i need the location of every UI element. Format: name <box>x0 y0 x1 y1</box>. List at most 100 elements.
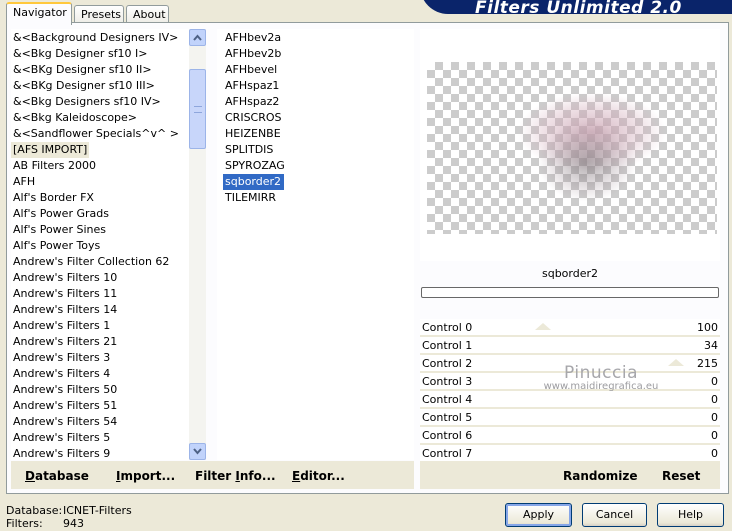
control-slider-row[interactable]: Control 7 0 <box>420 445 720 461</box>
control-name: Control 7 <box>422 447 473 460</box>
category-item[interactable]: Andrew's Filters 51 <box>11 398 189 414</box>
category-item[interactable]: Alf's Border FX <box>11 190 189 206</box>
filter-item[interactable]: SPYROZAG <box>223 158 414 174</box>
import-button[interactable]: Import... <box>116 469 175 483</box>
database-button[interactable]: Database <box>25 469 89 483</box>
category-item[interactable]: Andrew's Filters 3 <box>11 350 189 366</box>
filter-item-label: AFHbevel <box>225 63 278 76</box>
category-list[interactable]: &<Background Designers IV> &<Bkg Designer… <box>11 29 189 460</box>
category-item[interactable]: Andrew's Filters 54 <box>11 414 189 430</box>
category-item[interactable]: Andrew's Filters 14 <box>11 302 189 318</box>
category-item-label: Alf's Power Grads <box>13 207 109 220</box>
control-slider-row[interactable]: Control 5 0 <box>420 409 720 427</box>
filter-item[interactable]: SPLITDIS <box>223 142 414 158</box>
category-item[interactable]: Andrew's Filter Collection 62 <box>11 254 189 270</box>
filter-item[interactable]: CRISCROS <box>223 110 414 126</box>
filter-item[interactable]: HEIZENBE <box>223 126 414 142</box>
apply-button[interactable]: Apply <box>505 503 572 527</box>
navigator-panel: &<Background Designers IV> &<Bkg Designer… <box>6 22 729 494</box>
status-database: Database: ICNET-Filters <box>6 504 132 517</box>
category-scrollbar[interactable] <box>189 29 206 460</box>
category-item[interactable]: AFH <box>11 174 189 190</box>
category-item[interactable]: &<Bkg Kaleidoscope> <box>11 110 189 126</box>
slider-marker-icon[interactable] <box>535 323 551 330</box>
category-item[interactable]: Andrew's Filters 9 <box>11 446 189 460</box>
editor-button[interactable]: Editor... <box>292 469 345 483</box>
category-item[interactable]: &<Bkg Designer sf10 I> <box>11 46 189 62</box>
database-key: D <box>25 469 35 483</box>
chevron-down-icon <box>193 448 202 455</box>
current-filter-name: sqborder2 <box>541 267 599 280</box>
control-name: Control 4 <box>422 393 473 406</box>
category-item-label: Andrew's Filter Collection 62 <box>13 255 170 268</box>
scroll-up-button[interactable] <box>189 29 206 46</box>
control-slider-row[interactable]: Control 6 0 <box>420 427 720 445</box>
preview-image <box>427 62 717 234</box>
category-item-label: Andrew's Filters 10 <box>13 271 118 284</box>
category-item-label: Alf's Power Sines <box>13 223 106 236</box>
control-slider-row[interactable]: Control 2 215 <box>420 355 720 373</box>
category-item[interactable]: &<Bkg Designers sf10 IV> <box>11 94 189 110</box>
filter-item-label: TILEMIRR <box>225 191 277 204</box>
category-item[interactable]: Andrew's Filters 21 <box>11 334 189 350</box>
category-item[interactable]: AB Filters 2000 <box>11 158 189 174</box>
control-slider-row[interactable]: Control 1 34 <box>420 337 720 355</box>
help-button[interactable]: Help <box>657 503 724 527</box>
reset-button[interactable]: Reset <box>662 469 700 483</box>
control-value: 0 <box>711 447 718 460</box>
scroll-thumb[interactable] <box>189 69 206 149</box>
tab-navigator[interactable]: Navigator <box>6 2 72 25</box>
category-item-label: Andrew's Filters 51 <box>13 399 118 412</box>
filter-item[interactable]: TILEMIRR <box>223 190 414 206</box>
status-database-value: ICNET-Filters <box>63 504 132 517</box>
category-item[interactable]: Alf's Power Grads <box>11 206 189 222</box>
category-item[interactable]: Andrew's Filters 4 <box>11 366 189 382</box>
category-item-label: Andrew's Filters 21 <box>13 335 118 348</box>
chevron-up-icon <box>193 34 202 41</box>
control-slider-row[interactable]: Control 3 0 <box>420 373 720 391</box>
category-item[interactable]: &<BKg Designer sf10 III> <box>11 78 189 94</box>
control-slider-row[interactable]: Control 4 0 <box>420 391 720 409</box>
filter-item[interactable]: AFHbev2b <box>223 46 414 62</box>
category-item[interactable]: Andrew's Filters 11 <box>11 286 189 302</box>
filter-item-label: SPLITDIS <box>225 143 274 156</box>
category-item[interactable]: Alf's Power Sines <box>11 222 189 238</box>
filter-item-label: AFHspaz1 <box>225 79 280 92</box>
filter-item-label: AFHspaz2 <box>225 95 280 108</box>
category-item[interactable]: &<BKg Designer sf10 II> <box>11 62 189 78</box>
filter-info-button[interactable]: Filter Info... <box>195 469 276 483</box>
cancel-button[interactable]: Cancel <box>582 503 647 527</box>
filter-item[interactable]: sqborder2 <box>223 174 414 190</box>
category-item[interactable]: Andrew's Filters 10 <box>11 270 189 286</box>
editor-rest: ditor... <box>300 469 345 483</box>
category-item[interactable]: [AFS IMPORT] <box>11 142 189 158</box>
editor-key: E <box>292 469 301 483</box>
category-item[interactable]: Andrew's Filters 5 <box>11 430 189 446</box>
category-item[interactable]: &<Sandflower Specials^v^ > <box>11 126 189 142</box>
status-filters-label: Filters: <box>6 517 43 530</box>
filter-list[interactable]: AFHbev2a AFHbev2b AFHbevel AFHspaz1 AFHspaz2… <box>217 29 414 460</box>
category-item-label: &<Sandflower Specials^v^ > <box>13 127 179 140</box>
control-value: 0 <box>711 411 718 424</box>
control-value: 0 <box>711 393 718 406</box>
filter-item[interactable]: AFHbev2a <box>223 30 414 46</box>
category-item[interactable]: Andrew's Filters 1 <box>11 318 189 334</box>
category-item[interactable]: &<Background Designers IV> <box>11 30 189 46</box>
filter-item[interactable]: AFHspaz1 <box>223 78 414 94</box>
category-item-label: &<BKg Designer sf10 III> <box>13 79 155 92</box>
scroll-down-button[interactable] <box>189 443 206 460</box>
category-item-label: Andrew's Filters 14 <box>13 303 118 316</box>
category-item[interactable]: Andrew's Filters 50 <box>11 382 189 398</box>
category-item[interactable]: Alf's Power Toys <box>11 238 189 254</box>
filter-item[interactable]: AFHspaz2 <box>223 94 414 110</box>
control-name: Control 0 <box>422 321 473 334</box>
control-name: Control 5 <box>422 411 473 424</box>
slider-marker-icon[interactable] <box>668 359 684 366</box>
filter-item[interactable]: AFHbevel <box>223 62 414 78</box>
filter-item-label: CRISCROS <box>225 111 282 124</box>
randomize-button[interactable]: Randomize <box>563 469 637 483</box>
filter-item-label: AFHbev2a <box>225 31 282 44</box>
control-slider-row[interactable]: Control 0 100 <box>420 319 720 337</box>
import-rest: mport... <box>120 469 176 483</box>
category-item-label: AFH <box>13 175 36 188</box>
